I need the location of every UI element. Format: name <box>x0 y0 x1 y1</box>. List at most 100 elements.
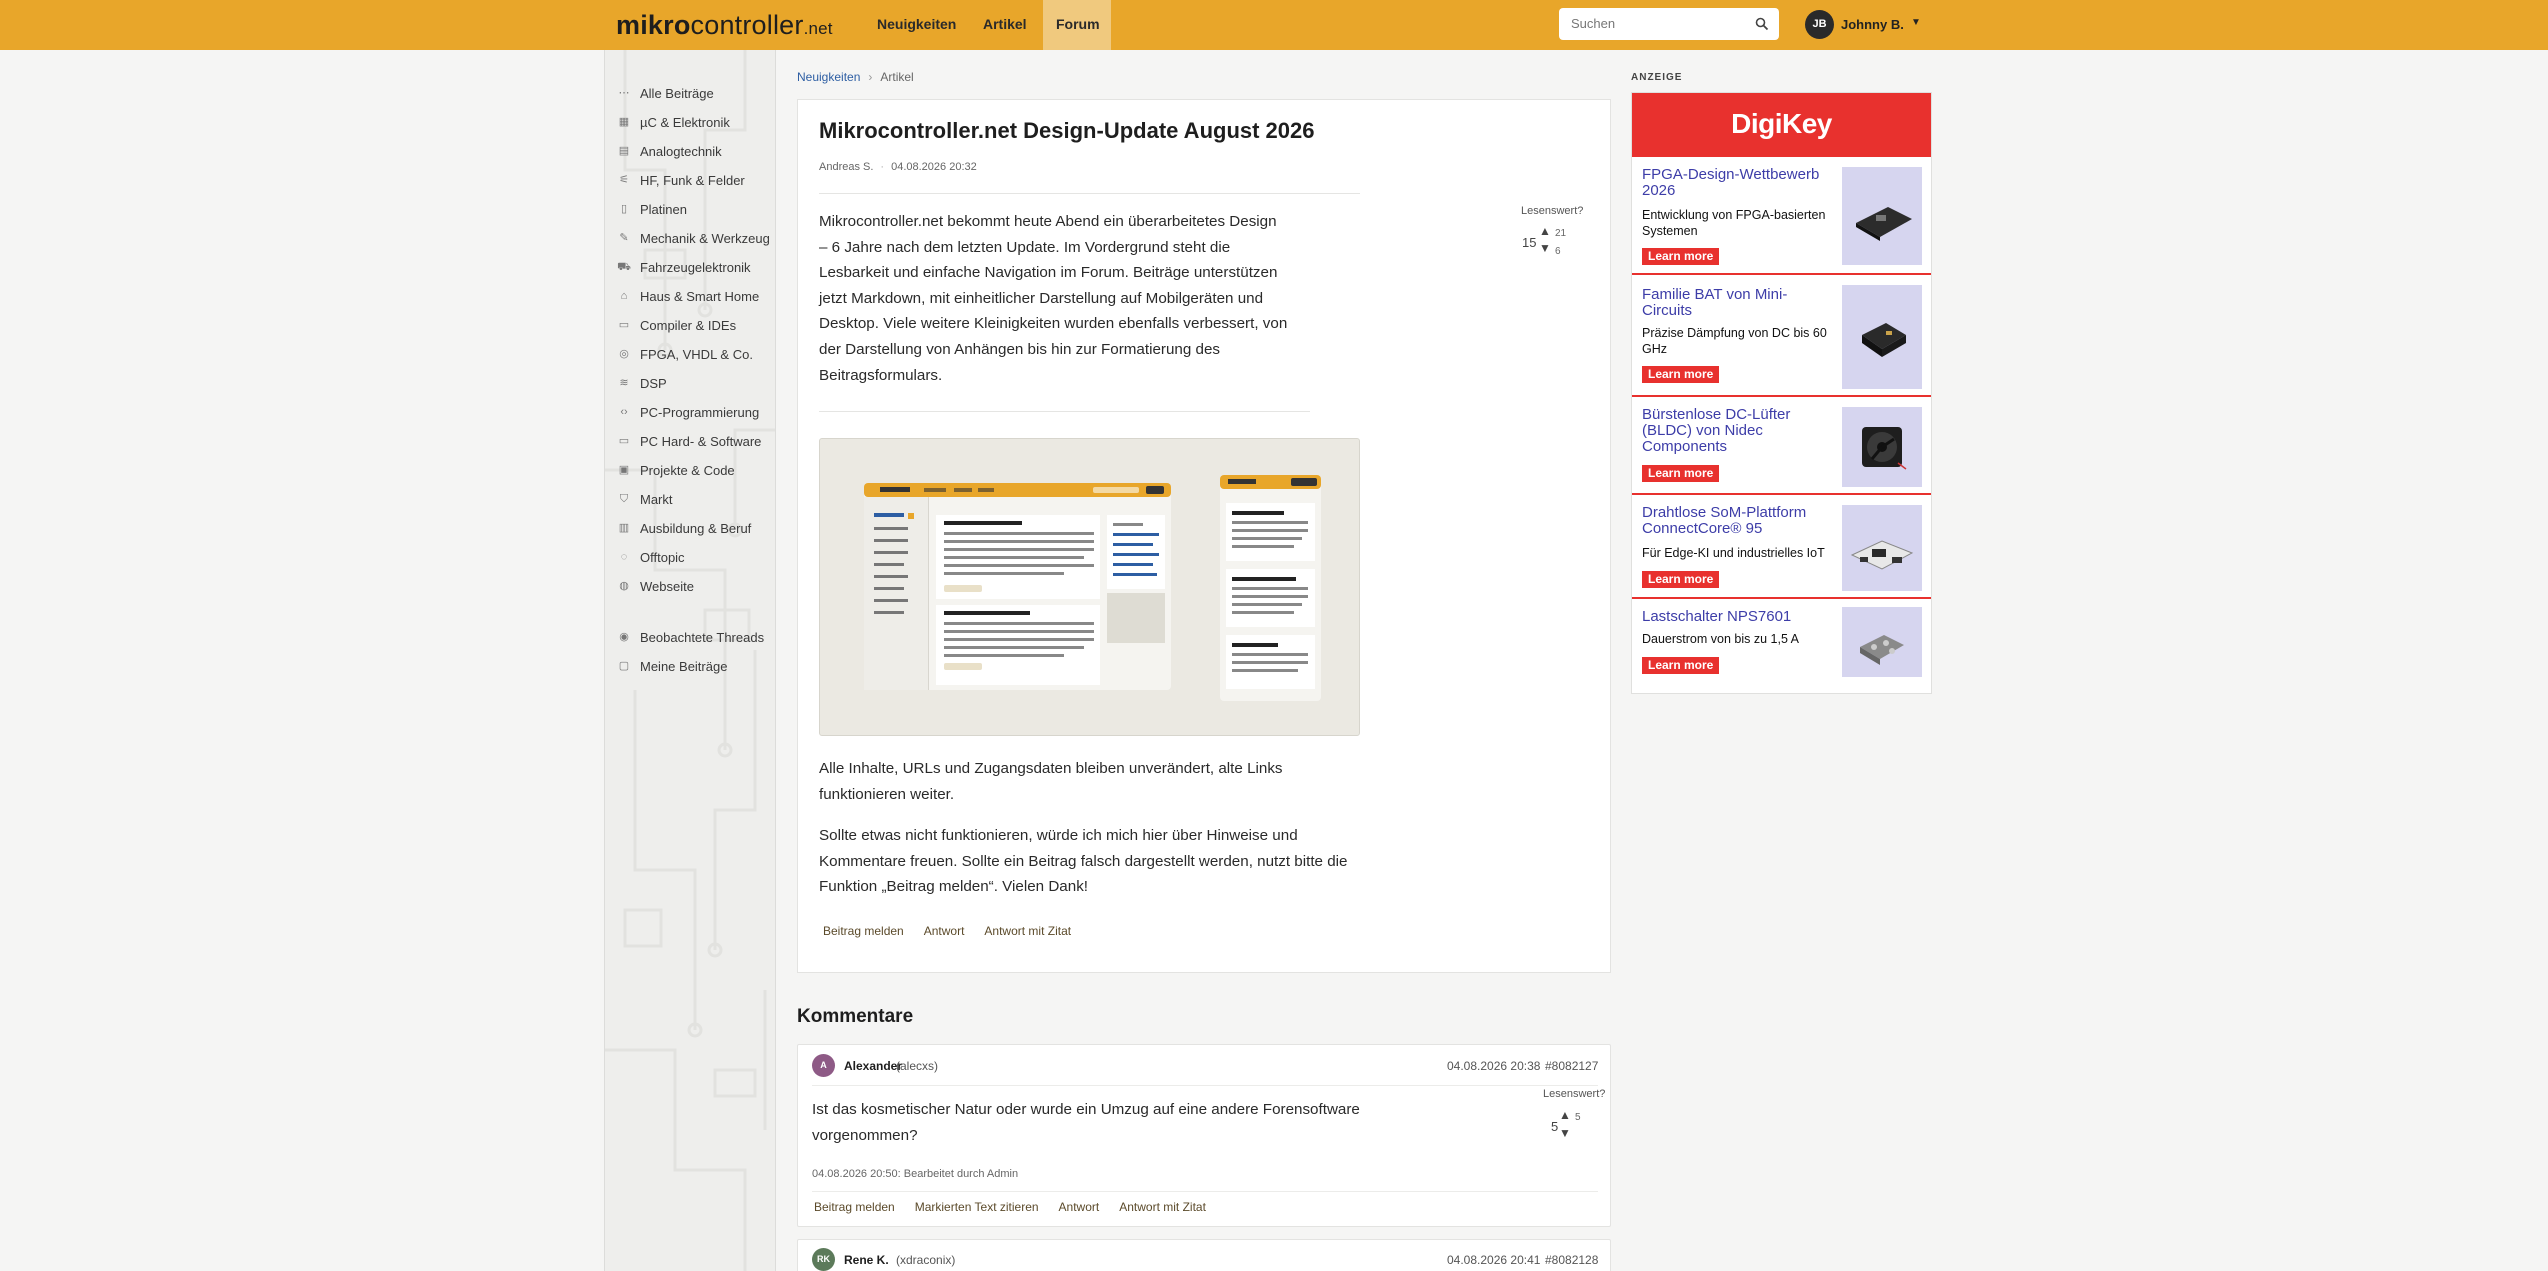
sidebar-item[interactable]: ◎ FPGA, VHDL & Co. <box>617 343 753 365</box>
text-line: Für Edge-KI und industrielles IoT <box>1642 546 1825 560</box>
text-line: – 6 Jahre nach dem letzten Update. Im Vo… <box>819 238 1231 256</box>
report-post-button[interactable]: Beitrag melden <box>823 924 904 938</box>
upvote-icon[interactable]: ▲ <box>1539 224 1551 238</box>
comment-id-link[interactable]: #8082127 <box>1545 1059 1598 1073</box>
sidebar-item[interactable]: ▣ Projekte & Code <box>617 459 735 481</box>
reply-button[interactable]: Antwort <box>1059 1200 1100 1214</box>
ad-item[interactable]: Drahtlose SoM-Plattform ConnectCore® 95 … <box>1632 497 1931 599</box>
learn-more-button[interactable]: Learn more <box>1642 366 1720 383</box>
avatar[interactable]: A <box>812 1054 835 1077</box>
design-preview-image[interactable] <box>819 438 1360 736</box>
sidebar-item-label: Markt <box>640 491 673 507</box>
text-line: Familie BAT von Mini- <box>1642 286 1788 303</box>
nav-neuigkeiten[interactable]: Neuigkeiten <box>864 0 969 50</box>
ad-title[interactable]: Familie BAT von Mini- Circuits <box>1642 287 1787 319</box>
text-line: Desktop. Viele weitere Kleinigkeiten wur… <box>819 315 1288 333</box>
ad-title[interactable]: Bürstenlose DC-Lüfter (BLDC) von Nidec C… <box>1642 407 1790 455</box>
ad-item[interactable]: Familie BAT von Mini- Circuits Präzise D… <box>1632 277 1931 397</box>
downvote-count: 6 <box>1555 246 1561 257</box>
sidebar-item[interactable]: ⛉ Markt <box>617 488 673 510</box>
sidebar-item[interactable]: ▯ Platinen <box>617 198 687 220</box>
som-module-image[interactable] <box>1842 505 1922 591</box>
sidebar-item[interactable]: ▭ Compiler & IDEs <box>617 314 736 336</box>
breadcrumb-separator: › <box>868 70 873 84</box>
board-icon: ▯ <box>620 203 628 215</box>
text-line: Entwicklung von FPGA-basierten <box>1642 208 1826 222</box>
sidebar-item[interactable]: ▭ PC Hard- & Software <box>617 430 762 452</box>
ad-title[interactable]: Drahtlose SoM-Plattform ConnectCore® 95 <box>1642 505 1806 537</box>
sidebar-item[interactable]: ✎ Mechanik & Werkzeug <box>617 227 769 249</box>
ad-item[interactable]: Bürstenlose DC-Lüfter (BLDC) von Nidec C… <box>1632 399 1931 495</box>
fpga-board-image[interactable] <box>1842 167 1922 265</box>
chevron-down-icon[interactable]: ▼ <box>1911 17 1921 28</box>
downvote-icon[interactable]: ▼ <box>1539 241 1551 255</box>
article-author[interactable]: Andreas S. <box>819 161 873 173</box>
comment-card: RK Rene K. (xdraconix) 04.08.2026 20:41 … <box>797 1239 1611 1271</box>
sidebar-item[interactable]: ▦ µC & Elektronik <box>617 111 730 133</box>
user-name[interactable]: Johnny B. <box>1841 17 1904 32</box>
cart-icon: ⛉ <box>619 493 629 505</box>
sidebar-item[interactable]: ◌ Offtopic <box>617 546 685 568</box>
learn-more-button[interactable]: Learn more <box>1642 571 1720 588</box>
user-avatar[interactable]: JB <box>1805 10 1834 39</box>
nav-artikel[interactable]: Artikel <box>970 0 1040 50</box>
comment-icon: ▢ <box>618 660 630 672</box>
reply-with-quote-button[interactable]: Antwort mit Zitat <box>1119 1200 1206 1214</box>
downvote-icon[interactable]: ▼ <box>1559 1126 1571 1140</box>
globe-icon: ◍ <box>619 580 629 592</box>
sidebar-item[interactable]: ⛟ Fahrzeugelektronik <box>617 256 750 278</box>
breadcrumb-link-neuigkeiten[interactable]: Neuigkeiten <box>797 70 860 84</box>
search-box[interactable] <box>1559 8 1779 40</box>
divider <box>819 193 1360 194</box>
book-icon: ▥ <box>618 522 630 534</box>
sidebar-item[interactable]: ⚟ HF, Funk & Felder <box>617 169 745 191</box>
ad-item[interactable]: Lastschalter NPS7601 Dauerstrom von bis … <box>1632 601 1931 693</box>
dsp-icon: ≋ <box>619 377 629 389</box>
site-logo[interactable]: mikrocontroller.net <box>616 10 833 41</box>
attenuator-chip-image[interactable] <box>1842 285 1922 389</box>
sidebar-item[interactable]: ⌂ Haus & Smart Home <box>617 285 760 307</box>
text-line: Dauerstrom von bis zu 1,5 A <box>1642 632 1800 646</box>
nav-forum[interactable]: Forum <box>1043 0 1111 50</box>
learn-more-button[interactable]: Learn more <box>1642 248 1720 265</box>
sidebar-item[interactable]: ▤ Analogtechnik <box>617 140 722 162</box>
sidebar-item[interactable]: ▥ Ausbildung & Beruf <box>617 517 752 539</box>
sidebar-item[interactable]: ▢ Meine Beiträge <box>617 655 728 677</box>
text-line: funktionieren weiter. <box>819 785 955 803</box>
load-switch-image[interactable] <box>1842 607 1922 677</box>
ad-description: Präzise Dämpfung von DC bis 60 GHz <box>1642 325 1827 357</box>
digikey-logo[interactable]: DigiKey <box>1632 108 1931 140</box>
sidebar-item[interactable]: ⋯ Alle Beiträge <box>617 82 714 104</box>
sidebar-item[interactable]: ◍ Webseite <box>617 575 694 597</box>
quote-selection-button[interactable]: Markierten Text zitieren <box>915 1200 1039 1214</box>
comment-author[interactable]: Alexander <box>844 1059 902 1073</box>
sidebar-item[interactable]: ≋ DSP <box>617 372 666 394</box>
learn-more-button[interactable]: Learn more <box>1642 465 1720 482</box>
search-icon[interactable] <box>1755 17 1769 31</box>
text-line: Mikrocontroller.net bekommt heute Abend … <box>819 213 1277 230</box>
reply-with-quote-button[interactable]: Antwort mit Zitat <box>984 924 1071 938</box>
upvote-icon[interactable]: ▲ <box>1559 1108 1571 1122</box>
eye-icon: ◉ <box>619 631 629 643</box>
edit-note: 04.08.2026 20:50: Bearbeitet durch Admin <box>812 1168 1019 1180</box>
ad-header[interactable]: DigiKey <box>1632 93 1931 157</box>
avatar[interactable]: RK <box>812 1248 835 1271</box>
learn-more-button[interactable]: Learn more <box>1642 657 1720 674</box>
text-line: Sollte etwas nicht funktionieren, würde … <box>819 827 1298 844</box>
sidebar-item[interactable]: ‹› PC-Programmierung <box>617 401 759 423</box>
text-line: GHz <box>1642 342 1667 356</box>
ad-title[interactable]: Lastschalter NPS7601 <box>1642 609 1791 625</box>
fan-image[interactable] <box>1842 407 1922 487</box>
search-input[interactable] <box>1571 16 1751 31</box>
ad-item[interactable]: FPGA-Design-Wettbewerb 2026 Entwicklung … <box>1632 159 1931 275</box>
comment-card: A Alexander (alecxs) 04.08.2026 20:38 #8… <box>797 1044 1611 1227</box>
page-title: Mikrocontroller.net Design-Update August… <box>819 118 1315 143</box>
comment-id-link[interactable]: #8082128 <box>1545 1253 1598 1267</box>
logo-part-controller: controller <box>690 10 804 40</box>
reply-button[interactable]: Antwort <box>924 924 965 938</box>
comment-author[interactable]: Rene K. <box>844 1253 889 1267</box>
ad-title[interactable]: FPGA-Design-Wettbewerb 2026 <box>1642 167 1819 199</box>
ad-banner[interactable]: DigiKey FPGA-Design-Wettbewerb 2026 Entw… <box>1631 92 1932 694</box>
sidebar-item[interactable]: ◉ Beobachtete Threads <box>617 626 764 648</box>
report-post-button[interactable]: Beitrag melden <box>814 1200 895 1214</box>
